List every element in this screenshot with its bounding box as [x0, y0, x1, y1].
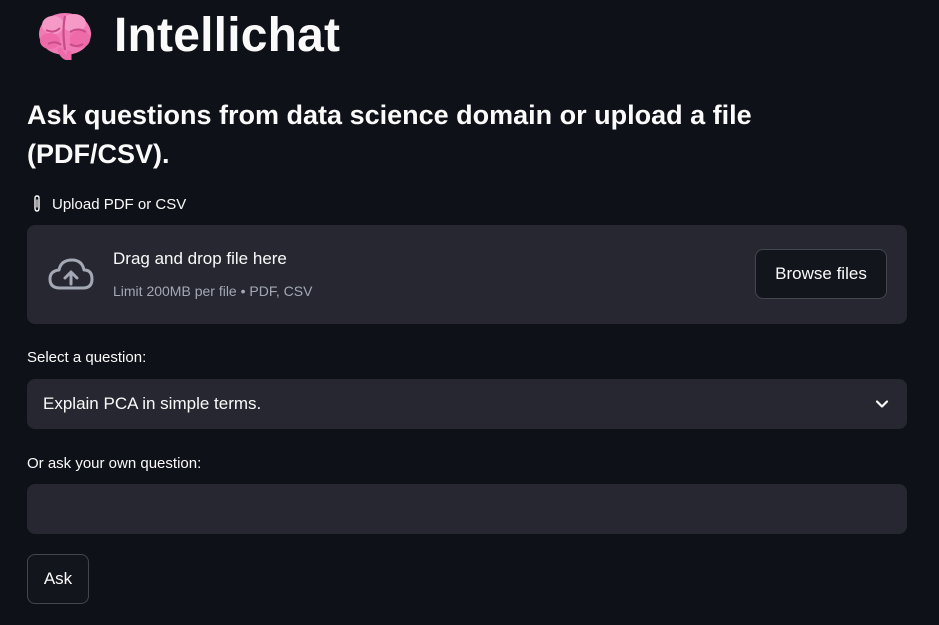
chevron-down-icon — [875, 400, 889, 408]
file-dropzone[interactable]: Drag and drop file here Limit 200MB per … — [27, 225, 907, 324]
ask-button[interactable]: Ask — [27, 554, 89, 604]
cloud-upload-icon — [48, 258, 94, 290]
own-question-label: Or ask your own question: — [27, 455, 202, 472]
page-subheader: Ask questions from data science domain o… — [27, 100, 752, 169]
app-page: Intellichat Ask questions from data scie… — [0, 0, 939, 625]
app-header: Intellichat — [36, 4, 340, 66]
browse-files-button[interactable]: Browse files — [755, 249, 887, 299]
question-select[interactable]: Explain PCA in simple terms. — [27, 379, 907, 429]
own-question-input[interactable] — [27, 484, 907, 534]
brain-icon — [39, 13, 91, 60]
select-question-label: Select a question: — [27, 349, 147, 366]
question-select-value: Explain PCA in simple terms. — [43, 394, 262, 413]
dropzone-instructions: Drag and drop file here — [113, 249, 287, 268]
upload-label: Upload PDF or CSV — [30, 195, 186, 213]
dropzone-limit: Limit 200MB per file • PDF, CSV — [113, 283, 313, 299]
upload-label-text: Upload PDF or CSV — [52, 195, 187, 213]
paperclip-icon — [34, 195, 40, 212]
app-title: Intellichat — [114, 8, 341, 62]
